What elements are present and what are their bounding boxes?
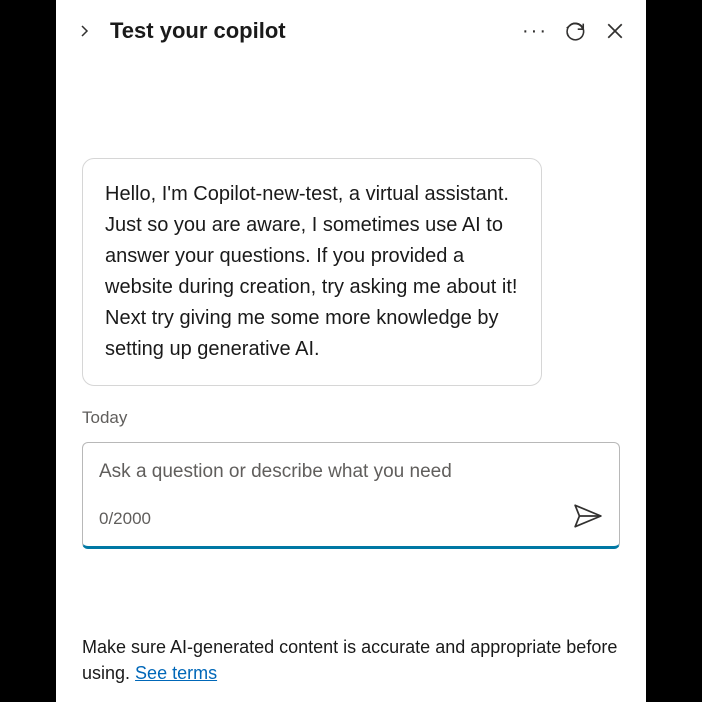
disclaimer: Make sure AI-generated content is accura… [56,634,646,702]
bot-message-text: Hello, I'm Copilot-new-test, a virtual a… [105,179,519,365]
message-input[interactable] [99,461,603,483]
panel-header: Test your copilot ··· [56,0,646,58]
input-area: 0/2000 [82,442,620,549]
chevron-right-icon[interactable] [74,20,96,42]
message-input-box[interactable]: 0/2000 [82,442,620,549]
chat-body: Hello, I'm Copilot-new-test, a virtual a… [56,58,646,634]
panel-title: Test your copilot [110,18,516,44]
input-footer: 0/2000 [99,503,603,534]
copilot-test-panel: Test your copilot ··· Hello, I'm Cop [56,0,646,702]
header-actions: ··· [524,20,626,42]
send-icon[interactable] [573,503,603,534]
close-icon[interactable] [604,20,626,42]
char-count: 0/2000 [99,509,151,529]
more-options-icon[interactable]: ··· [524,20,546,42]
date-divider: Today [82,408,620,428]
see-terms-link[interactable]: See terms [135,663,217,683]
refresh-icon[interactable] [564,20,586,42]
bot-message: Hello, I'm Copilot-new-test, a virtual a… [82,158,542,386]
